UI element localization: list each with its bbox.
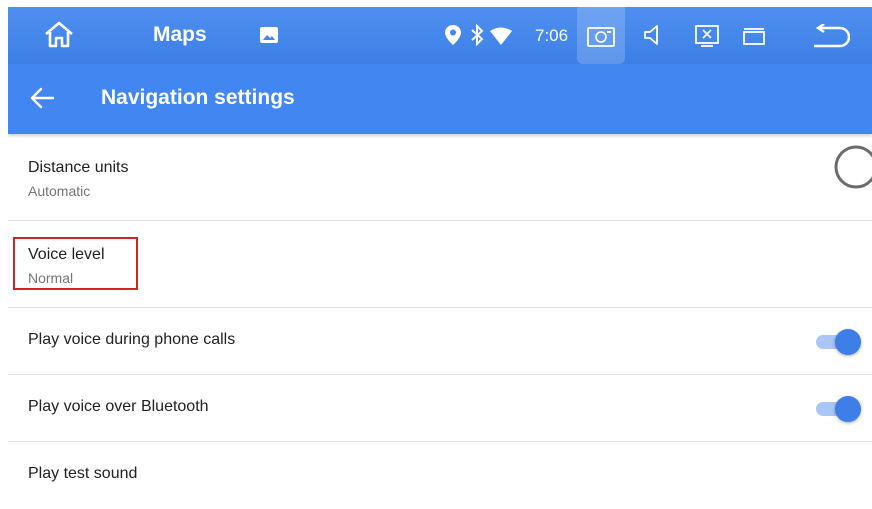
setting-title: Voice level bbox=[28, 246, 105, 263]
page-title: Navigation settings bbox=[101, 86, 295, 109]
setting-phone-calls[interactable]: Play voice during phone calls bbox=[8, 308, 872, 375]
setting-distance-units[interactable]: Distance units Automatic bbox=[8, 134, 872, 221]
setting-value: Normal bbox=[28, 270, 74, 286]
setting-voice-level[interactable]: Voice level Normal bbox=[8, 221, 872, 308]
setting-value: Automatic bbox=[28, 183, 91, 199]
phone-calls-toggle[interactable] bbox=[814, 329, 861, 355]
screen-close-icon[interactable] bbox=[695, 25, 719, 47]
location-icon bbox=[445, 25, 461, 45]
app-bar: Navigation settings bbox=[8, 64, 872, 134]
setting-title: Distance units bbox=[28, 159, 129, 176]
setting-bluetooth[interactable]: Play voice over Bluetooth bbox=[8, 375, 872, 442]
settings-list: Distance units Automatic Voice level Nor… bbox=[8, 134, 872, 508]
setting-test-sound[interactable]: Play test sound bbox=[8, 442, 872, 508]
screenshot-icon[interactable] bbox=[587, 25, 615, 47]
loading-spinner-icon bbox=[832, 143, 872, 191]
wifi-icon bbox=[490, 27, 512, 45]
volume-icon[interactable] bbox=[642, 24, 664, 46]
arrow-left-icon[interactable] bbox=[30, 87, 54, 109]
toggle-thumb bbox=[835, 329, 861, 355]
setting-title: Play test sound bbox=[28, 465, 138, 482]
bluetooth-toggle[interactable] bbox=[814, 396, 861, 422]
setting-title: Play voice over Bluetooth bbox=[28, 398, 209, 415]
bluetooth-icon bbox=[471, 24, 484, 46]
clock: 7:06 bbox=[535, 26, 569, 45]
setting-title: Play voice during phone calls bbox=[28, 331, 236, 348]
window-icon[interactable] bbox=[741, 26, 767, 46]
status-bar: Maps 7:06 bbox=[8, 7, 872, 64]
screen: Maps 7:06 Navigation settings Distance u… bbox=[8, 7, 872, 509]
toggle-thumb bbox=[835, 396, 861, 422]
system-back-icon[interactable] bbox=[810, 24, 850, 48]
home-icon[interactable] bbox=[44, 21, 74, 49]
gallery-icon bbox=[260, 27, 278, 43]
app-name[interactable]: Maps bbox=[153, 23, 207, 47]
